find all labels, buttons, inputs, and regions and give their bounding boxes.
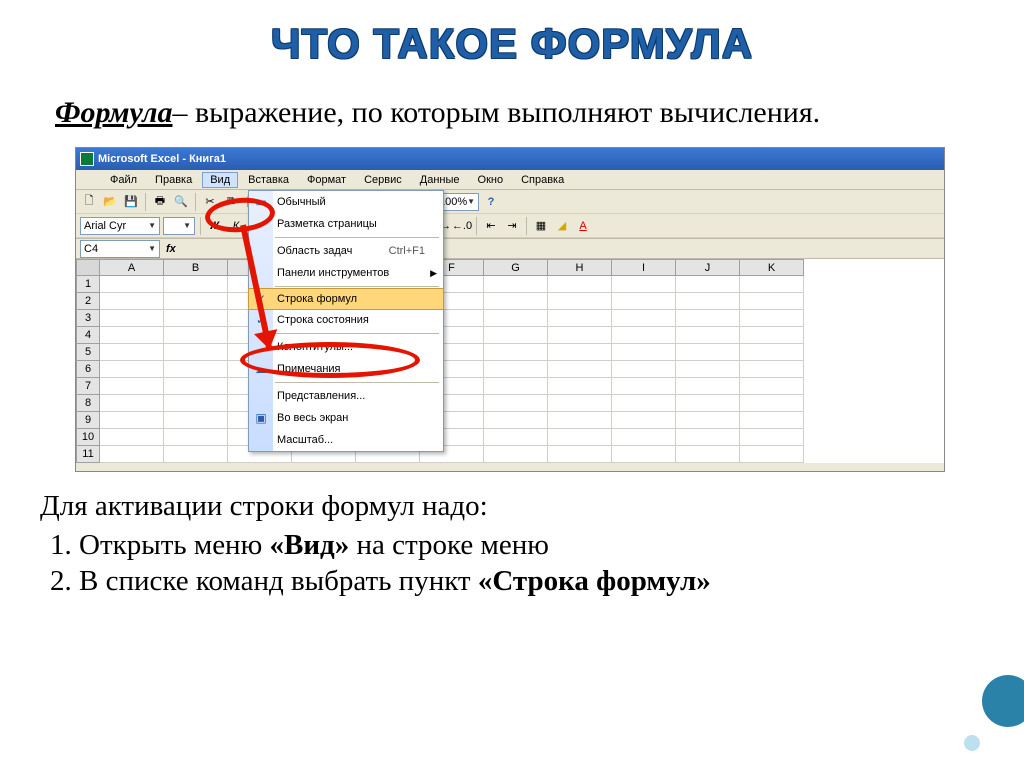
row-header[interactable]: 2 bbox=[76, 293, 100, 310]
intro-text: Формула– выражение, по которым выполняют… bbox=[0, 93, 1024, 132]
indent-dec-icon[interactable]: ⇤ bbox=[482, 217, 500, 235]
chevron-down-icon: ▼ bbox=[467, 197, 475, 206]
menu-view[interactable]: Вид bbox=[202, 172, 238, 188]
open-icon[interactable]: 📂 bbox=[101, 193, 119, 211]
excel-screenshot: Microsoft Excel - Книга1 Файл Правка Вид… bbox=[75, 147, 945, 472]
name-box[interactable]: C4 ▼ bbox=[80, 240, 160, 258]
row-header[interactable]: 5 bbox=[76, 344, 100, 361]
menu-bar: Файл Правка Вид Вставка Формат Сервис Да… bbox=[76, 170, 944, 190]
col-header[interactable]: I bbox=[612, 259, 676, 276]
print-icon[interactable]: 🖶 bbox=[151, 193, 169, 211]
intro-rest: – выражение, по которым выполняют вычисл… bbox=[172, 96, 820, 129]
row-header[interactable]: 9 bbox=[76, 412, 100, 429]
menu-help[interactable]: Справка bbox=[513, 172, 572, 188]
excel-icon bbox=[80, 152, 94, 166]
row-header[interactable]: 4 bbox=[76, 327, 100, 344]
fullscreen-icon: ▣ bbox=[253, 410, 269, 426]
column-headers: A B C D E F G H I J K bbox=[76, 259, 944, 276]
col-header[interactable]: H bbox=[548, 259, 612, 276]
view-menu-item-fullscreen[interactable]: ▣Во весь экран bbox=[249, 407, 443, 429]
annotation-circle-item bbox=[240, 342, 420, 378]
menu-edit[interactable]: Правка bbox=[147, 172, 200, 188]
view-menu-dropdown: ▭Обычный Разметка страницы Область задач… bbox=[248, 190, 444, 452]
row-header[interactable]: 10 bbox=[76, 429, 100, 446]
view-menu-item-toolbars[interactable]: Панели инструментов▶ bbox=[249, 262, 443, 284]
col-header[interactable]: J bbox=[676, 259, 740, 276]
menu-tools[interactable]: Сервис bbox=[356, 172, 410, 188]
row-header[interactable]: 8 bbox=[76, 395, 100, 412]
slide-title: ЧТО ТАКОЕ ФОРМУЛА bbox=[0, 20, 1024, 68]
view-menu-item-pagelayout[interactable]: Разметка страницы bbox=[249, 213, 443, 235]
menu-file[interactable]: Файл bbox=[102, 172, 145, 188]
col-header[interactable]: K bbox=[740, 259, 804, 276]
titlebar-text: Microsoft Excel - Книга1 bbox=[98, 153, 226, 165]
view-menu-item-taskpane[interactable]: Область задачCtrl+F1 bbox=[249, 240, 443, 262]
instructions-lead: Для активации строки формул надо: bbox=[40, 490, 984, 523]
titlebar: Microsoft Excel - Книга1 bbox=[76, 148, 944, 170]
menu-data[interactable]: Данные bbox=[412, 172, 468, 188]
preview-icon[interactable]: 🔍 bbox=[172, 193, 190, 211]
col-header[interactable]: A bbox=[100, 259, 164, 276]
instruction-step-1: 1. Открыть меню «Вид» на строке меню bbox=[50, 529, 984, 562]
col-header[interactable]: G bbox=[484, 259, 548, 276]
row-header[interactable]: 7 bbox=[76, 378, 100, 395]
decor-circle-small-icon bbox=[964, 735, 980, 751]
menu-window[interactable]: Окно bbox=[470, 172, 512, 188]
row-header[interactable]: 1 bbox=[76, 276, 100, 293]
fx-icon[interactable]: fx bbox=[166, 243, 176, 255]
intro-term: Формула bbox=[55, 96, 172, 129]
font-name-box[interactable]: Arial Cyr ▼ bbox=[80, 217, 160, 235]
row-header[interactable]: 6 bbox=[76, 361, 100, 378]
formula-bar-row: C4 ▼ fx bbox=[76, 239, 944, 259]
menu-insert[interactable]: Вставка bbox=[240, 172, 297, 188]
submenu-arrow-icon: ▶ bbox=[430, 268, 437, 279]
view-menu-item-normal[interactable]: ▭Обычный bbox=[249, 191, 443, 213]
decor-circle-icon bbox=[982, 675, 1024, 727]
col-header[interactable]: B bbox=[164, 259, 228, 276]
view-menu-item-zoom[interactable]: Масштаб... bbox=[249, 429, 443, 451]
chevron-down-icon: ▼ bbox=[148, 221, 156, 230]
instructions-block: Для активации строки формул надо: 1. Отк… bbox=[0, 490, 1024, 598]
font-name-value: Arial Cyr bbox=[84, 220, 126, 232]
name-box-value: C4 bbox=[84, 243, 98, 255]
grid-area: A B C D E F G H I J K 1 2 3 4 5 6 7 8 bbox=[76, 259, 944, 463]
chevron-down-icon: ▼ bbox=[148, 244, 156, 253]
fill-color-icon[interactable]: ◢ bbox=[553, 217, 571, 235]
view-menu-item-formula-bar[interactable]: ✓Строка формул bbox=[248, 288, 444, 310]
view-menu-item-status-bar[interactable]: ✓Строка состояния bbox=[249, 309, 443, 331]
view-menu-item-views[interactable]: Представления... bbox=[249, 385, 443, 407]
row-header[interactable]: 11 bbox=[76, 446, 100, 463]
font-size-box[interactable]: ▼ bbox=[163, 217, 195, 235]
borders-icon[interactable]: ▦ bbox=[532, 217, 550, 235]
dec-decimal-icon[interactable]: ←.0 bbox=[453, 217, 471, 235]
row-header[interactable]: 3 bbox=[76, 310, 100, 327]
chevron-down-icon: ▼ bbox=[183, 221, 191, 230]
new-icon[interactable]: 🗋 bbox=[80, 193, 98, 211]
font-color-icon[interactable]: A bbox=[574, 217, 592, 235]
grid-rows: 1 2 3 4 5 6 7 8 9 10 11 bbox=[76, 276, 944, 463]
indent-inc-icon[interactable]: ⇥ bbox=[503, 217, 521, 235]
help-icon[interactable]: ? bbox=[482, 193, 500, 211]
save-icon[interactable]: 💾 bbox=[122, 193, 140, 211]
menu-format[interactable]: Формат bbox=[299, 172, 354, 188]
instruction-step-2: 2. В списке команд выбрать пункт «Строка… bbox=[50, 565, 984, 598]
select-all-corner[interactable] bbox=[76, 259, 100, 276]
